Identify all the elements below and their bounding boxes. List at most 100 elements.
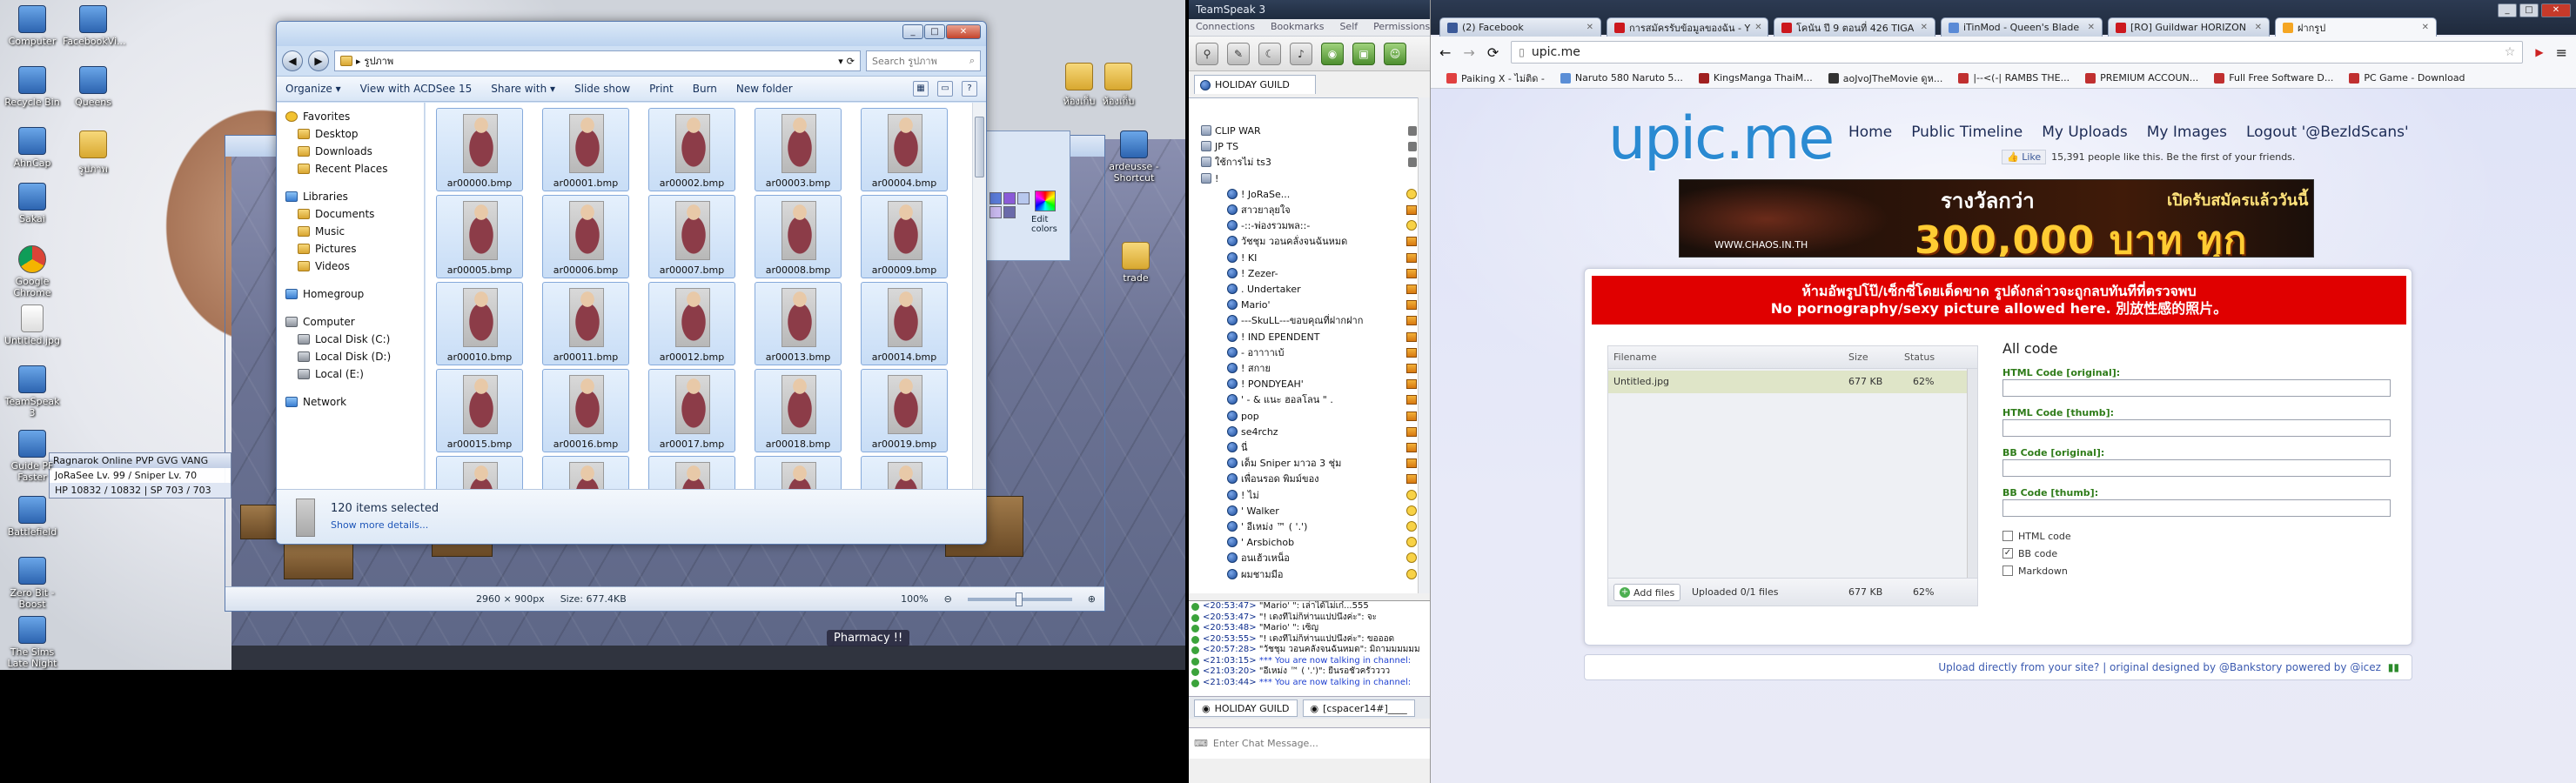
file-tile[interactable]: ar00006.bmp — [542, 195, 629, 278]
ts-menu-item[interactable]: Self — [1339, 21, 1358, 34]
away-icon[interactable]: ☾ — [1258, 42, 1281, 65]
tab-close-icon[interactable]: ✕ — [1754, 23, 1761, 32]
bookmark-icon[interactable]: ✎ — [1227, 42, 1250, 65]
desktop-icon[interactable]: รูปภาพ — [63, 130, 124, 177]
ts-client[interactable]: นี่ — [1189, 441, 1430, 454]
chat-tab[interactable]: ◉ HOLIDAY GUILD — [1194, 699, 1298, 717]
chrome-minimize-button[interactable]: _ — [2498, 3, 2517, 17]
upload-table-scrollbar[interactable] — [1967, 369, 1977, 579]
desktop-icon[interactable]: Battlefield — [2, 496, 63, 538]
file-tile[interactable]: ar00018.bmp — [755, 369, 842, 452]
browser-tab[interactable]: [RO] Guildwar HORIZON ✕ — [2108, 17, 2270, 37]
file-tile[interactable]: ar00011.bmp — [542, 282, 629, 365]
nav-item-pictures[interactable]: Pictures — [277, 240, 424, 258]
toolbar-button[interactable]: New folder — [736, 83, 793, 95]
ts-menu-item[interactable]: Connections — [1196, 21, 1255, 34]
file-tile[interactable] — [542, 456, 629, 489]
chrome-maximize-button[interactable]: □ — [2519, 3, 2539, 17]
chrome-close-button[interactable]: ✕ — [2541, 3, 2571, 17]
file-tile[interactable]: ar00003.bmp — [755, 108, 842, 191]
file-tile[interactable]: ar00019.bmp — [861, 369, 948, 452]
nav-item-documents[interactable]: Documents — [277, 205, 424, 223]
browser-tab[interactable]: โคนัน ปี 9 ตอนที่ 426 TIGA ✕ — [1774, 17, 1935, 37]
file-tile[interactable]: ar00002.bmp — [648, 108, 735, 191]
file-tile[interactable]: ar00007.bmp — [648, 195, 735, 278]
nav-item-videos[interactable]: Videos — [277, 258, 424, 275]
upic-nav-link[interactable]: Home — [1848, 124, 1892, 141]
search-icon[interactable]: ⌕ — [969, 55, 975, 67]
desktop-icon[interactable]: Guide PF Faster — [2, 430, 63, 483]
checkbox[interactable] — [2002, 566, 2013, 576]
upic-nav-link[interactable]: My Images — [2147, 124, 2227, 141]
extension-icon[interactable]: ▶ — [2535, 46, 2543, 58]
bookmark-item[interactable]: Naruto 580 Naruto 5... — [1560, 72, 1683, 84]
footer-text[interactable]: Upload directly from your site? | origin… — [1938, 661, 2381, 673]
code-option[interactable]: Markdown — [2002, 562, 2394, 579]
nav-item-local-disk-c-[interactable]: Local Disk (C:) — [277, 331, 424, 348]
back-icon[interactable]: ← — [1439, 44, 1451, 61]
ts-client[interactable]: ! Zezer- — [1189, 267, 1430, 280]
browser-tab[interactable]: iTinMod - Queen's Blade ✕ — [1941, 17, 2103, 37]
file-tile[interactable] — [648, 456, 735, 489]
bookmark-item[interactable]: Full Free Software D... — [2214, 72, 2333, 84]
ts-client[interactable]: ! สกาย — [1189, 362, 1430, 375]
forward-button[interactable]: ▶ — [308, 50, 329, 71]
view-options-icon[interactable]: ▦ — [913, 81, 929, 97]
paint-window-fragment[interactable]: Edit colors — [983, 130, 1070, 261]
code-option[interactable]: HTML code — [2002, 527, 2394, 545]
menu-icon[interactable]: ≡ — [2556, 44, 2567, 61]
toolbar-button[interactable]: Burn — [693, 83, 717, 95]
ts-client[interactable]: ! JoRaSe... — [1189, 188, 1430, 201]
add-files-button[interactable]: + Add files — [1613, 584, 1681, 601]
ts-menu-item[interactable]: Permissions — [1373, 21, 1430, 34]
ro-status-panel[interactable]: Ragnarok Online PVP GVG VANG JoRaSee Lv.… — [49, 452, 231, 499]
ts-channel[interactable]: JP TS — [1189, 140, 1430, 153]
desktop-icon[interactable]: TeamSpeak 3 — [2, 365, 63, 418]
ts-client[interactable]: - อาาาาเบ้ — [1189, 346, 1430, 359]
zoom-slider-knob[interactable] — [1015, 592, 1023, 606]
upic-nav-link[interactable]: Public Timeline — [1911, 124, 2023, 141]
desktop-icon[interactable]: Computer — [2, 5, 63, 47]
reload-icon[interactable]: ⟳ — [1487, 44, 1499, 61]
file-tile[interactable] — [436, 456, 523, 489]
desktop-icon[interactable]: FacebookVi... — [63, 5, 126, 47]
file-tile[interactable]: ar00005.bmp — [436, 195, 523, 278]
ts-client[interactable]: อนเฮ้วเหน็อ — [1189, 552, 1430, 565]
tab-close-icon[interactable]: ✕ — [2422, 23, 2429, 32]
toolbar-button[interactable]: Organize ▾ — [285, 83, 341, 95]
nav-item-computer[interactable]: Computer — [277, 313, 424, 331]
bookmark-star-icon[interactable]: ☆ — [2505, 45, 2516, 59]
ts-client[interactable]: เพื่อนรอด พิมม์ของ — [1189, 472, 1430, 485]
ts-menu-item[interactable]: Bookmarks — [1271, 21, 1324, 34]
bookmark-item[interactable]: PREMIUM ACCOUN... — [2085, 72, 2198, 84]
file-explorer-window[interactable]: _ □ ✕ ◀ ▶ ▸ รูปภาพ ▾ ⟳ Search รูปภาพ ⌕ O… — [276, 21, 987, 545]
file-tile[interactable]: ar00014.bmp — [861, 282, 948, 365]
url-bar[interactable]: ▯ upic.me ☆ — [1511, 41, 2524, 64]
desktop-icon[interactable]: Sakai — [2, 183, 63, 224]
preview-pane-icon[interactable]: ▭ — [937, 81, 953, 97]
tab-close-icon[interactable]: ✕ — [1921, 23, 1928, 32]
color-swatch[interactable] — [989, 206, 1002, 218]
nav-item-homegroup[interactable]: Homegroup — [277, 285, 424, 303]
bookmark-item[interactable]: KingsManga ThaiM... — [1698, 72, 1813, 84]
maximize-button[interactable]: □ — [924, 24, 945, 39]
file-tile[interactable]: ar00012.bmp — [648, 282, 735, 365]
file-tile[interactable]: ar00008.bmp — [755, 195, 842, 278]
forward-icon[interactable]: → — [1463, 44, 1474, 61]
ts-client[interactable]: สาวยาลุยใจ — [1189, 204, 1430, 217]
code-output-field[interactable] — [2002, 419, 2391, 437]
toolbar-button[interactable]: Share with ▾ — [491, 83, 555, 95]
ts-client[interactable]: ! KI — [1189, 251, 1430, 264]
ts-client[interactable]: se4rchz — [1189, 425, 1430, 438]
ts-client[interactable]: ! PONDYEAH' — [1189, 378, 1430, 391]
file-tile[interactable]: ar00004.bmp — [861, 108, 948, 191]
nav-item-local-e-[interactable]: Local (E:) — [277, 365, 424, 383]
desktop-icon[interactable]: Untitled.jpg — [2, 304, 63, 346]
address-bar[interactable]: ▸ รูปภาพ ▾ ⟳ — [334, 50, 861, 71]
ts-client[interactable]: ' อีเหม่ง ™ ( '.') — [1189, 520, 1430, 533]
nav-item-desktop[interactable]: Desktop — [277, 125, 424, 143]
show-more-details-link[interactable]: Show more details... — [331, 519, 428, 531]
upload-file-row[interactable]: Untitled.jpg 677 KB 62% — [1608, 371, 1977, 393]
upic-logo[interactable]: upic.me — [1608, 104, 1835, 173]
speaker-icon[interactable]: ◉ — [1321, 42, 1344, 65]
